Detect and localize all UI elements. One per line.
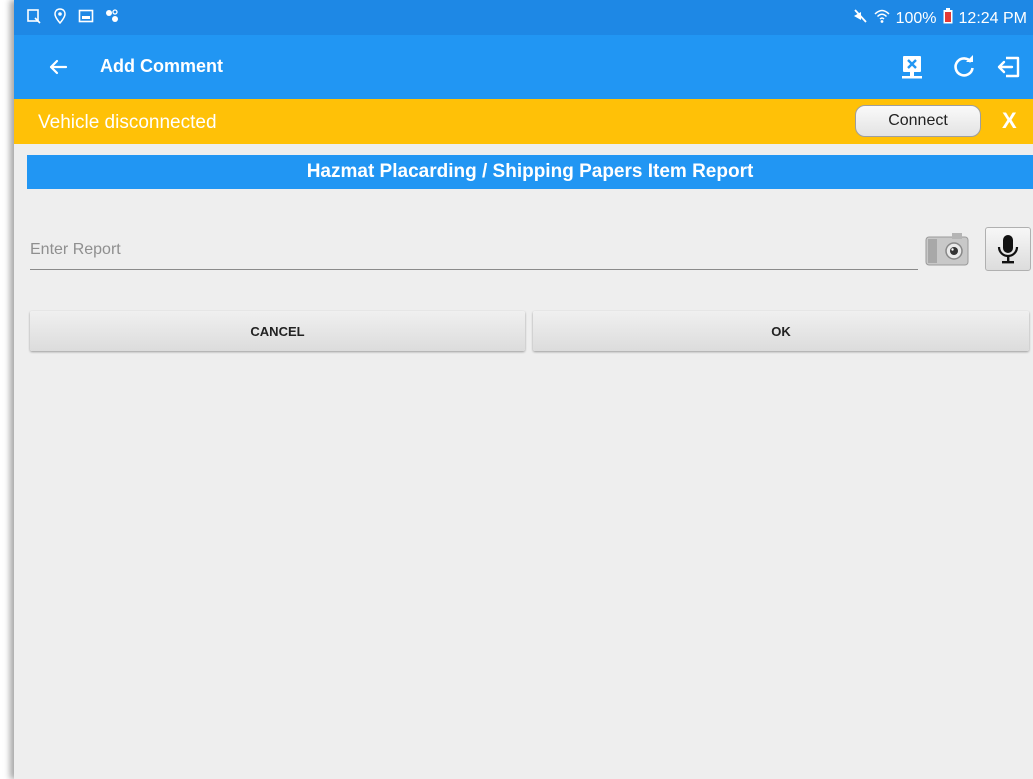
back-arrow-icon[interactable] bbox=[44, 53, 72, 81]
status-bar: 100% 12:24 PM bbox=[14, 0, 1033, 35]
eld-disconnected-icon[interactable] bbox=[898, 53, 926, 81]
vehicle-status-banner: Vehicle disconnected Connect X bbox=[14, 99, 1033, 144]
refresh-icon[interactable] bbox=[950, 53, 978, 81]
mute-icon bbox=[852, 8, 868, 29]
battery-icon bbox=[943, 8, 953, 29]
screenshot-icon bbox=[26, 8, 42, 24]
section-header: Hazmat Placarding / Shipping Papers Item… bbox=[27, 155, 1033, 189]
voice-input-button[interactable] bbox=[985, 227, 1031, 271]
wifi-icon bbox=[874, 8, 890, 29]
close-banner-button[interactable]: X bbox=[1002, 108, 1017, 134]
report-input[interactable] bbox=[30, 230, 918, 270]
app-screen: 100% 12:24 PM Add Comment Vehicle discon bbox=[14, 0, 1033, 779]
camera-icon[interactable] bbox=[924, 229, 970, 269]
ok-button[interactable]: OK bbox=[533, 311, 1029, 351]
gallery-icon bbox=[78, 8, 94, 24]
cancel-button[interactable]: CANCEL bbox=[30, 311, 525, 351]
location-icon bbox=[52, 8, 68, 24]
connect-button[interactable]: Connect bbox=[855, 105, 981, 137]
app-bar: Add Comment bbox=[14, 35, 1033, 99]
clock: 12:24 PM bbox=[958, 9, 1027, 27]
battery-percent: 100% bbox=[895, 9, 937, 27]
microphone-icon bbox=[997, 235, 1019, 264]
logout-icon[interactable] bbox=[995, 53, 1023, 81]
vehicle-status-text: Vehicle disconnected bbox=[38, 112, 217, 133]
page-title: Add Comment bbox=[100, 56, 223, 76]
app-notification-icon bbox=[104, 8, 120, 24]
